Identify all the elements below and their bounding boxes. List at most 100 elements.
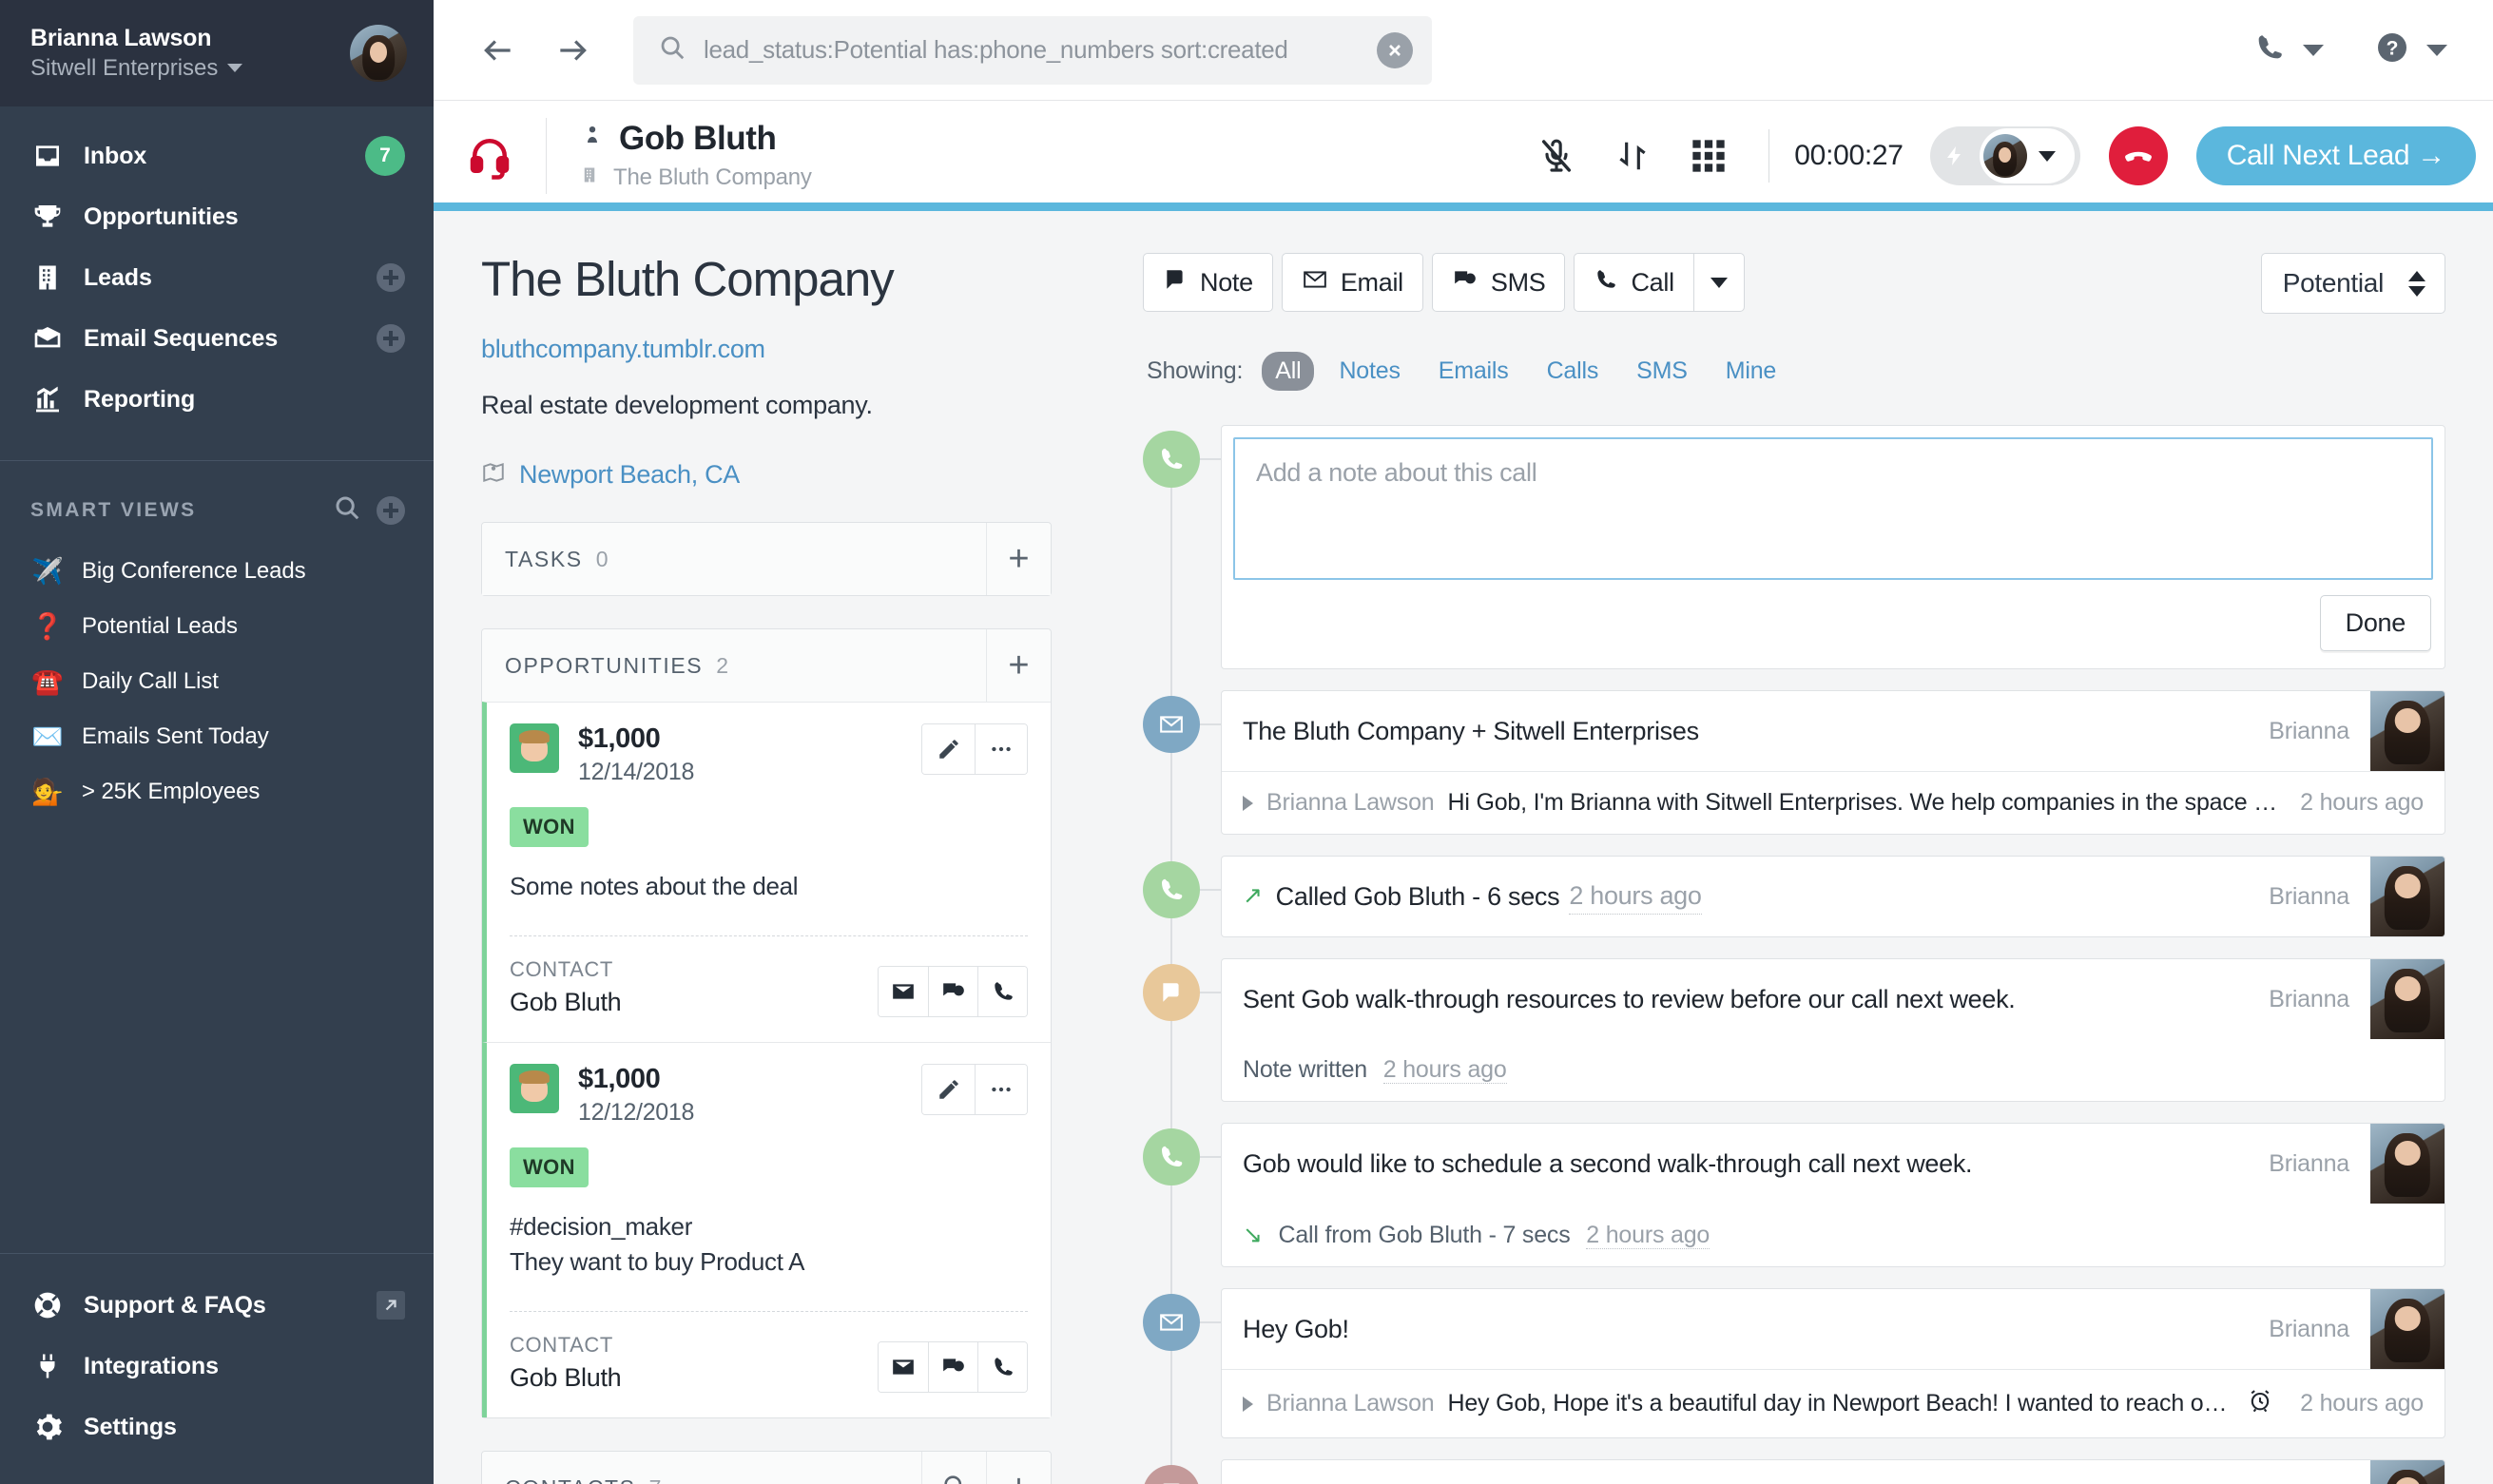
email-button[interactable]: Email <box>1281 253 1423 312</box>
envelope-icon[interactable] <box>879 1342 928 1393</box>
sidebar-item-integrations[interactable]: Integrations <box>0 1336 434 1397</box>
activity-author: Brianna <box>2269 1289 2445 1369</box>
contact-label: CONTACT <box>510 957 613 982</box>
sidebar-item-opportunities[interactable]: Opportunities <box>0 186 434 247</box>
trophy-icon <box>30 202 65 232</box>
activity-toolbar: Note Email SMS Call Potential <box>1143 253 2445 314</box>
edit-icon[interactable] <box>922 1065 975 1115</box>
sidebar-item-inbox[interactable]: Inbox 7 <box>0 125 434 186</box>
timestamp[interactable]: 2 hours ago <box>1586 1222 1710 1249</box>
more-options-icon[interactable] <box>975 724 1027 775</box>
mute-icon[interactable] <box>1533 132 1580 180</box>
call-button[interactable]: Call <box>1574 253 1693 312</box>
contact-name: Gob Bluth <box>510 988 622 1017</box>
call-options-dropdown[interactable] <box>1692 253 1745 312</box>
filter-emails[interactable]: Emails <box>1425 352 1522 391</box>
lead-location: Newport Beach, CA <box>481 460 1052 490</box>
sidebar-item-25k-employees[interactable]: 💁 > 25K Employees <box>0 764 434 819</box>
activity-title-wrap: Task completed: Follow up 2 hours ago <box>1222 1460 2269 1484</box>
note-textarea[interactable]: Add a note about this call <box>1233 437 2433 580</box>
sidebar-user-org[interactable]: Sitwell Enterprises <box>30 53 337 83</box>
filter-mine[interactable]: Mine <box>1712 352 1789 391</box>
activity-card[interactable]: Hey Gob! Brianna Brianna Lawson Hey Gob,… <box>1221 1288 2445 1438</box>
phone-icon[interactable] <box>977 967 1027 1017</box>
expand-icon[interactable] <box>1243 1396 1253 1412</box>
activity-author: Brianna <box>2269 1124 2445 1204</box>
timestamp[interactable]: 2 hours ago <box>1569 878 1702 915</box>
hangup-button[interactable] <box>2108 126 2168 185</box>
keypad-icon[interactable] <box>1685 132 1732 180</box>
lead-location-link[interactable]: Newport Beach, CA <box>519 460 740 490</box>
composer-footer: Done <box>1233 580 2433 657</box>
call-lead-name[interactable]: Gob Bluth <box>619 120 777 158</box>
phone-menu-button[interactable] <box>2240 31 2337 68</box>
opportunities-title-wrap: OPPORTUNITIES 2 <box>482 629 986 702</box>
filter-notes[interactable]: Notes <box>1325 352 1413 391</box>
contacts-label: CONTACTS <box>505 1475 636 1484</box>
sidebar-item-settings[interactable]: Settings <box>0 1397 434 1457</box>
lead-website-link[interactable]: bluthcompany.tumblr.com <box>481 335 1052 364</box>
activity-card[interactable]: Gob would like to schedule a second walk… <box>1221 1123 2445 1267</box>
phone-icon <box>1143 431 1200 488</box>
search-input[interactable]: lead_status:Potential has:phone_numbers … <box>633 15 1432 85</box>
help-menu-button[interactable]: ? <box>2362 30 2461 69</box>
phone-icon <box>1143 861 1200 918</box>
activity-card[interactable]: Task completed: Follow up 2 hours ago Br… <box>1221 1459 2445 1484</box>
add-lead-button[interactable] <box>377 263 405 292</box>
filter-sms[interactable]: SMS <box>1623 352 1701 391</box>
alarm-clock-icon[interactable] <box>2247 1387 2273 1420</box>
timestamp[interactable]: 2 hours ago <box>1382 1056 1507 1084</box>
activity-card[interactable]: Sent Gob walk-through resources to revie… <box>1221 958 2445 1102</box>
note-button[interactable]: Note <box>1143 253 1273 312</box>
sub-right: 2 hours ago <box>2290 789 2424 817</box>
filter-all[interactable]: All <box>1262 352 1315 391</box>
search-icon[interactable] <box>333 493 361 527</box>
sidebar-item-emails-sent-today[interactable]: ✉️ Emails Sent Today <box>0 709 434 764</box>
call-next-lead-button[interactable]: Call Next Lead → <box>2195 126 2476 185</box>
sidebar-item-potential-leads[interactable]: ❓ Potential Leads <box>0 599 434 654</box>
sidebar-user-header[interactable]: Brianna Lawson Sitwell Enterprises <box>0 0 434 106</box>
add-task-button[interactable]: + <box>986 523 1051 596</box>
sidebar-item-email-sequences[interactable]: Email Sequences <box>0 308 434 369</box>
sms-button[interactable]: SMS <box>1431 253 1566 312</box>
add-opportunity-button[interactable]: + <box>986 629 1051 703</box>
forward-button[interactable] <box>548 26 597 75</box>
sidebar-item-big-conference-leads[interactable]: ✈️ Big Conference Leads <box>0 544 434 599</box>
user-avatar[interactable] <box>350 25 407 82</box>
call-lead-company[interactable]: The Bluth Company <box>613 164 812 191</box>
filter-calls[interactable]: Calls <box>1534 352 1613 391</box>
sms-icon[interactable] <box>928 967 977 1017</box>
callbar-vertical-divider <box>1768 129 1770 183</box>
envelope-icon[interactable] <box>879 967 928 1017</box>
activity-subrow[interactable]: Brianna Lawson Hi Gob, I'm Brianna with … <box>1222 771 2445 834</box>
expand-icon[interactable] <box>1243 795 1253 811</box>
more-options-icon[interactable] <box>975 1065 1027 1115</box>
sidebar-item-support[interactable]: Support & FAQs <box>0 1275 434 1336</box>
search-contacts-button[interactable] <box>921 1452 986 1484</box>
done-button[interactable]: Done <box>2319 595 2431 651</box>
sidebar-item-leads[interactable]: Leads <box>0 247 434 308</box>
edit-icon[interactable] <box>922 724 975 775</box>
add-sequence-button[interactable] <box>377 324 405 353</box>
sidebar-item-reporting[interactable]: Reporting <box>0 369 434 430</box>
back-button[interactable] <box>473 26 523 75</box>
sidebar-item-daily-call-list[interactable]: ☎️ Daily Call List <box>0 654 434 709</box>
sms-icon[interactable] <box>928 1342 977 1393</box>
presence-selector[interactable] <box>1929 126 2080 185</box>
activity-card[interactable]: The Bluth Company + Sitwell Enterprises … <box>1221 690 2445 835</box>
presence-pill[interactable] <box>1979 128 2075 183</box>
timestamp[interactable]: 2 hours ago <box>2300 1390 2424 1417</box>
opportunity-notes-line2: They want to buy Product A <box>510 1247 805 1277</box>
transfer-icon[interactable] <box>1609 132 1656 180</box>
lead-status-select[interactable]: Potential <box>2260 253 2445 314</box>
add-contact-button[interactable]: + <box>986 1452 1051 1484</box>
external-link-icon[interactable] <box>377 1291 405 1320</box>
opportunity-actions <box>921 723 1028 776</box>
activity-subrow[interactable]: Brianna Lawson Hey Gob, Hope it's a beau… <box>1222 1369 2445 1437</box>
close-icon[interactable] <box>1377 31 1413 68</box>
activity-card[interactable]: ↗ Called Gob Bluth - 6 secs 2 hours ago … <box>1221 856 2445 937</box>
timestamp[interactable]: 2 hours ago <box>2300 789 2424 817</box>
sidebar-user-text: Brianna Lawson Sitwell Enterprises <box>30 24 337 83</box>
add-smart-view-button[interactable] <box>377 495 405 525</box>
phone-icon[interactable] <box>977 1342 1027 1393</box>
